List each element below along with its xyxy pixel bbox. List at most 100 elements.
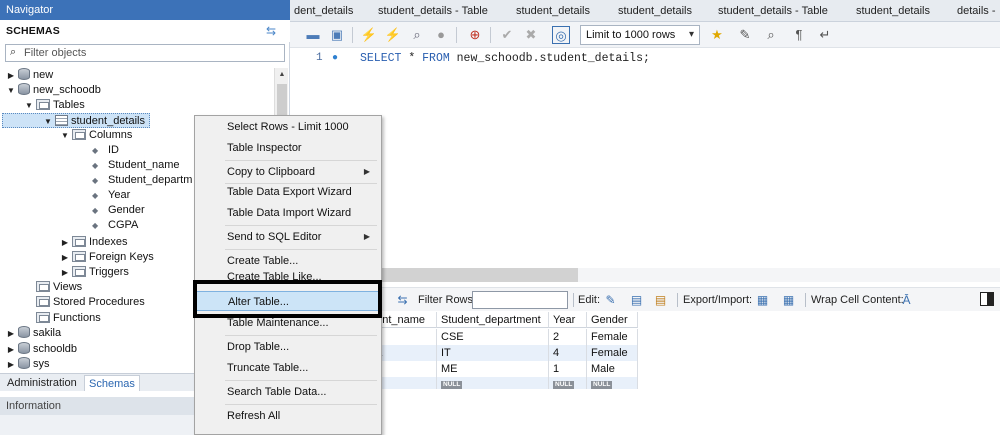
invisible-chars-icon[interactable]: ¶ bbox=[790, 26, 808, 44]
grid-cell[interactable]: ME bbox=[437, 361, 549, 377]
sql-query-line[interactable]: SELECT * FROM new_schoodb.student_detail… bbox=[360, 52, 650, 65]
grid-cell[interactable]: NULL bbox=[587, 377, 638, 389]
filter-objects-input[interactable] bbox=[24, 46, 279, 60]
expand-arrow-icon[interactable]: ▶ bbox=[6, 68, 16, 83]
execute-current-icon[interactable]: ⚡ bbox=[384, 26, 402, 44]
tree-column-item[interactable]: ◆ CGPA bbox=[86, 218, 138, 233]
tree-node-views[interactable]: Views bbox=[34, 280, 82, 295]
tree-node-tables[interactable]: ▼ Tables bbox=[24, 98, 85, 113]
beautify-star-icon[interactable]: ★ bbox=[708, 26, 726, 44]
toggle-side-panel-icon[interactable] bbox=[980, 292, 994, 306]
collapse-arrow-icon[interactable]: ▼ bbox=[6, 83, 16, 98]
menu-item-search-table-data[interactable]: Search Table Data... bbox=[196, 382, 380, 402]
wrap-cell-icon[interactable]: Ā bbox=[898, 292, 915, 308]
editor-tab[interactable]: student_details - Table bbox=[378, 0, 488, 21]
column-header[interactable]: Student_department bbox=[437, 312, 549, 328]
tree-node-triggers[interactable]: ▶ Triggers bbox=[60, 265, 129, 280]
import-icon[interactable]: ▦ bbox=[780, 292, 797, 308]
tree-node-new[interactable]: ▶ new bbox=[6, 68, 53, 83]
save-icon[interactable]: ▣ bbox=[328, 26, 346, 44]
menu-item-import-wizard[interactable]: Table Data Import Wizard bbox=[196, 203, 380, 223]
menu-item-create-table-like[interactable]: Create Table Like... bbox=[196, 270, 380, 284]
autocommit-toggle-icon[interactable]: ◎ bbox=[552, 26, 570, 44]
menu-item-copy-to-clipboard[interactable]: Copy to Clipboard ▶ bbox=[196, 162, 380, 182]
collapse-arrow-icon[interactable]: ▼ bbox=[60, 128, 70, 143]
grid-cell[interactable]: CSE bbox=[437, 329, 549, 345]
grid-cell[interactable]: 4 bbox=[549, 345, 587, 361]
menu-item-refresh-all[interactable]: Refresh All bbox=[196, 406, 380, 426]
delete-row-icon[interactable]: ▤ bbox=[652, 292, 669, 308]
limit-rows-select[interactable]: Limit to 1000 rows bbox=[580, 25, 700, 45]
tree-column-item[interactable]: ◆ Student_name bbox=[86, 158, 180, 173]
menu-item-send-to-sql-editor[interactable]: Send to SQL Editor ▶ bbox=[196, 227, 380, 247]
expand-arrow-icon[interactable]: ▶ bbox=[60, 250, 70, 265]
expand-arrow-icon[interactable]: ▶ bbox=[6, 357, 16, 372]
tree-node-indexes[interactable]: ▶ Indexes bbox=[60, 235, 128, 250]
editor-tab[interactable]: student_details bbox=[618, 0, 692, 21]
tree-node-functions[interactable]: Functions bbox=[34, 311, 101, 326]
editor-horizontal-scrollbar[interactable] bbox=[290, 268, 1000, 282]
wrap-lines-icon[interactable]: ↵ bbox=[816, 26, 834, 44]
menu-item-truncate-table[interactable]: Truncate Table... bbox=[196, 358, 380, 378]
format-brush-icon[interactable]: ✎ bbox=[736, 26, 754, 44]
tree-node-sys[interactable]: ▶ sys bbox=[6, 357, 50, 372]
collapse-arrow-icon[interactable]: ▼ bbox=[24, 98, 34, 113]
tab-administration[interactable]: Administration bbox=[3, 375, 81, 391]
tree-node-schooldb[interactable]: ▶ schooldb bbox=[6, 342, 77, 357]
grid-cell[interactable]: NULL bbox=[437, 377, 549, 389]
commit-icon[interactable]: ✔ bbox=[498, 26, 516, 44]
find-icon[interactable]: ⌕ bbox=[762, 26, 780, 44]
tree-node-new-schoodb[interactable]: ▼ new_schoodb bbox=[6, 83, 101, 98]
editor-tab[interactable]: student_details bbox=[516, 0, 590, 21]
refresh-arrows-icon[interactable]: ⇆ bbox=[394, 292, 411, 308]
scroll-up-icon[interactable]: ▲ bbox=[275, 68, 289, 82]
filter-rows-input[interactable] bbox=[472, 291, 568, 309]
tree-node-stored-procedures[interactable]: Stored Procedures bbox=[34, 295, 145, 310]
collapse-arrow-icon[interactable]: ▼ bbox=[43, 114, 53, 129]
edit-row-icon[interactable]: ✎ bbox=[602, 292, 619, 308]
sql-editor[interactable]: 1 ● SELECT * FROM new_schoodb.student_de… bbox=[290, 48, 1000, 268]
grid-cell[interactable]: IT bbox=[437, 345, 549, 361]
add-row-icon[interactable]: ▤ bbox=[628, 292, 645, 308]
toggle-error-icon[interactable]: ⊕ bbox=[466, 26, 484, 44]
grid-cell[interactable]: NULL bbox=[549, 377, 587, 389]
grid-cell[interactable]: Male bbox=[587, 361, 638, 377]
rollback-icon[interactable]: ✖ bbox=[522, 26, 540, 44]
explain-magnifier-icon[interactable]: ⌕ bbox=[408, 26, 426, 44]
menu-item-create-table[interactable]: Create Table... bbox=[196, 251, 380, 271]
tree-node-sakila[interactable]: ▶ sakila bbox=[6, 326, 61, 341]
tree-column-item[interactable]: ◆ ID bbox=[86, 143, 119, 158]
grid-cell[interactable]: 1 bbox=[549, 361, 587, 377]
editor-tab[interactable]: dent_details bbox=[294, 0, 353, 21]
grid-cell[interactable]: Female bbox=[587, 345, 638, 361]
menu-item-table-inspector[interactable]: Table Inspector bbox=[196, 138, 380, 158]
tree-column-item[interactable]: ◆ Year bbox=[86, 188, 130, 203]
editor-tab[interactable]: student_details - Table bbox=[718, 0, 828, 21]
expand-arrow-icon[interactable]: ▶ bbox=[6, 342, 16, 357]
expand-arrow-icon[interactable]: ▶ bbox=[6, 326, 16, 341]
editor-tab[interactable]: details - bbox=[957, 0, 996, 21]
expand-arrow-icon[interactable]: ▶ bbox=[60, 265, 70, 280]
menu-item-alter-table[interactable]: Alter Table... bbox=[196, 291, 380, 311]
export-icon[interactable]: ▦ bbox=[754, 292, 771, 308]
tree-node-foreign-keys[interactable]: ▶ Foreign Keys bbox=[60, 250, 154, 265]
menu-item-select-rows[interactable]: Select Rows - Limit 1000 bbox=[196, 117, 380, 137]
expand-arrow-icon[interactable]: ▶ bbox=[60, 235, 70, 250]
filter-objects-box[interactable]: ⌕ bbox=[5, 44, 285, 62]
editor-tab[interactable]: student_details bbox=[856, 0, 930, 21]
tree-column-item[interactable]: ◆ Student_departm bbox=[86, 173, 192, 188]
grid-cell[interactable]: Female bbox=[587, 329, 638, 345]
column-header[interactable]: Year bbox=[549, 312, 587, 328]
tree-column-item[interactable]: ◆ Gender bbox=[86, 203, 145, 218]
column-header[interactable]: Gender bbox=[587, 312, 638, 328]
menu-item-drop-table[interactable]: Drop Table... bbox=[196, 337, 380, 357]
open-folder-icon[interactable]: ▬ bbox=[304, 26, 322, 44]
execute-lightning-icon[interactable]: ⚡ bbox=[360, 26, 378, 44]
tab-schemas[interactable]: Schemas bbox=[84, 375, 140, 391]
tree-node-student-details[interactable]: ▼ student_details bbox=[2, 113, 150, 128]
stop-icon[interactable]: ● bbox=[432, 26, 450, 44]
grid-cell[interactable]: 2 bbox=[549, 329, 587, 345]
tree-node-columns[interactable]: ▼ Columns bbox=[60, 128, 132, 143]
menu-item-table-maintenance[interactable]: Table Maintenance... bbox=[196, 313, 380, 333]
refresh-schemas-icon[interactable]: ⇆ bbox=[264, 24, 278, 38]
